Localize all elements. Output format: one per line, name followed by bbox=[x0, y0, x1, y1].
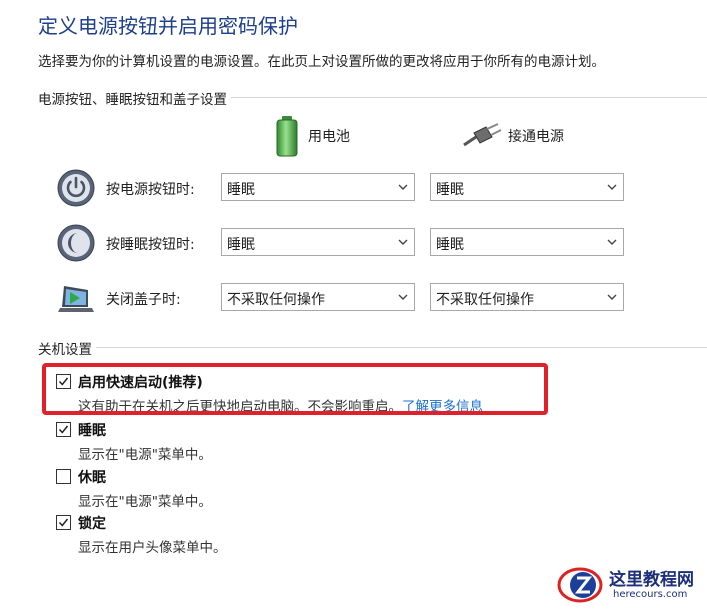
lid-close-row: 关闭盖子时: 不采取任何操作 不采取任何操作 bbox=[56, 278, 636, 318]
chevron-down-icon bbox=[398, 239, 408, 245]
watermark-title: 这里教程网 bbox=[609, 570, 694, 590]
section-divider bbox=[38, 347, 707, 348]
hibernate-option-title: 休眠 bbox=[78, 470, 106, 486]
power-plug-icon bbox=[463, 123, 502, 147]
chevron-down-icon bbox=[607, 184, 617, 190]
chevron-down-icon bbox=[398, 184, 408, 190]
power-button-label: 按电源按钮时: bbox=[106, 182, 195, 198]
power-button-battery-select[interactable]: 睡眠 bbox=[221, 173, 415, 201]
chevron-down-icon bbox=[398, 294, 408, 300]
sleep-icon bbox=[57, 224, 95, 262]
lock-checkbox[interactable] bbox=[56, 515, 71, 530]
lock-option-title: 锁定 bbox=[78, 516, 106, 532]
page-subtitle: 选择要为你的计算机设置的电源设置。在此页上对设置所做的更改将应用于你所有的电源计… bbox=[38, 54, 605, 70]
page-title: 定义电源按钮并启用密码保护 bbox=[38, 14, 298, 38]
sleep-option-desc: 显示在"电源"菜单中。 bbox=[78, 447, 212, 463]
sleep-button-label: 按睡眠按钮时: bbox=[106, 237, 195, 253]
lock-option-desc: 显示在用户头像菜单中。 bbox=[78, 540, 227, 556]
fast-startup-title: 启用快速启动(推荐) bbox=[78, 375, 203, 391]
power-button-row: 按电源按钮时: 睡眠 睡眠 bbox=[56, 168, 636, 208]
fast-startup-desc-text: 这有助于在关机之后更快地启动电脑。不会影响重启。 bbox=[78, 399, 402, 415]
sleep-button-row: 按睡眠按钮时: 睡眠 睡眠 bbox=[56, 223, 636, 263]
select-value: 睡眠 bbox=[436, 237, 464, 253]
lid-close-ac-select[interactable]: 不采取任何操作 bbox=[430, 283, 624, 311]
sleep-checkbox[interactable] bbox=[56, 422, 71, 437]
watermark: 这里教程网 herecours.com bbox=[555, 563, 701, 607]
shutdown-section-header: 关机设置 bbox=[38, 338, 707, 358]
laptop-lid-icon bbox=[58, 286, 94, 312]
fast-startup-desc: 这有助于在关机之后更快地启动电脑。不会影响重启。了解更多信息 bbox=[78, 395, 483, 415]
fast-startup-checkbox[interactable] bbox=[56, 374, 71, 389]
power-icon bbox=[57, 169, 95, 207]
lid-close-battery-select[interactable]: 不采取任何操作 bbox=[221, 283, 415, 311]
sleep-button-battery-select[interactable]: 睡眠 bbox=[221, 228, 415, 256]
battery-column-label: 用电池 bbox=[308, 129, 350, 145]
sleep-button-ac-select[interactable]: 睡眠 bbox=[430, 228, 624, 256]
ac-column-label: 接通电源 bbox=[508, 129, 564, 145]
buttons-section-header: 电源按钮、睡眠按钮和盖子设置 bbox=[38, 88, 707, 108]
chevron-down-icon bbox=[607, 294, 617, 300]
select-value: 不采取任何操作 bbox=[227, 292, 325, 308]
checkmark-icon bbox=[58, 518, 69, 527]
watermark-logo-icon bbox=[557, 567, 603, 603]
checkmark-icon bbox=[58, 425, 69, 434]
battery-column-header: 用电池 bbox=[272, 114, 350, 158]
select-value: 睡眠 bbox=[227, 237, 255, 253]
select-value: 睡眠 bbox=[436, 182, 464, 198]
watermark-url: herecours.com bbox=[613, 589, 688, 600]
sleep-option-title: 睡眠 bbox=[78, 423, 106, 439]
lid-close-label: 关闭盖子时: bbox=[106, 292, 181, 308]
buttons-section-title: 电源按钮、睡眠按钮和盖子设置 bbox=[38, 88, 231, 108]
checkmark-icon bbox=[58, 377, 69, 386]
hibernate-option-desc: 显示在"电源"菜单中。 bbox=[78, 494, 212, 510]
chevron-down-icon bbox=[607, 239, 617, 245]
ac-column-header: 接通电源 bbox=[462, 114, 564, 158]
battery-icon bbox=[276, 116, 298, 157]
select-value: 睡眠 bbox=[227, 182, 255, 198]
hibernate-checkbox[interactable] bbox=[56, 469, 71, 484]
learn-more-link[interactable]: 了解更多信息 bbox=[402, 399, 483, 415]
shutdown-section-title: 关机设置 bbox=[38, 338, 96, 358]
power-button-ac-select[interactable]: 睡眠 bbox=[430, 173, 624, 201]
select-value: 不采取任何操作 bbox=[436, 292, 534, 308]
